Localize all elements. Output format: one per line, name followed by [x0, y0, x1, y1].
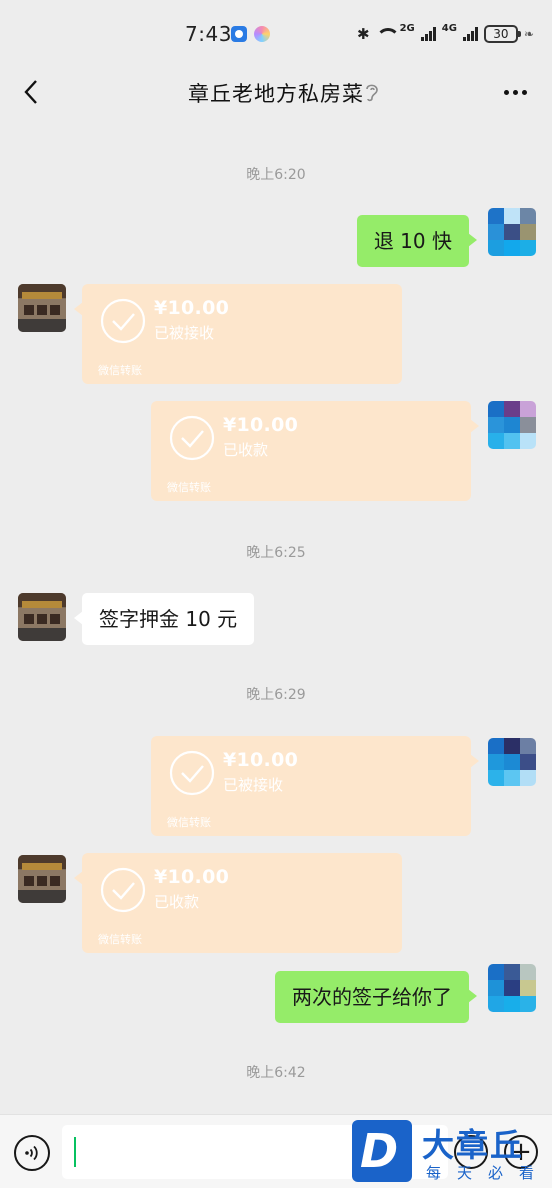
status-time: 7:43: [185, 22, 232, 46]
transfer-amount: ¥10.00: [154, 297, 230, 319]
message-bubble-mine[interactable]: 退 10 快: [356, 215, 478, 267]
my-avatar[interactable]: [488, 401, 536, 449]
network-type-a: 2G: [399, 23, 415, 34]
timestamp: 晚上6:42: [246, 1065, 306, 1081]
signal-icon-2: [462, 27, 478, 41]
check-circle-icon: [169, 750, 215, 796]
status-indicators: ✱ 2G 4G 30 ❧: [357, 22, 534, 46]
transfer-footer: 微信转账: [167, 816, 211, 829]
transfer-footer: 微信转账: [167, 481, 211, 494]
signal-icon: [420, 27, 436, 41]
watermark: D 大章丘 每天必看: [350, 1120, 552, 1188]
status-bar: 7:43 ✱ 2G 4G 30 ❧: [0, 0, 552, 66]
network-type-b: 4G: [441, 23, 457, 34]
my-avatar[interactable]: [488, 964, 536, 1012]
my-avatar[interactable]: [488, 738, 536, 786]
watermark-logo-letter: D: [360, 1124, 399, 1178]
transfer-status: 已收款: [154, 893, 200, 911]
check-circle-icon: [100, 867, 146, 913]
voice-button[interactable]: [14, 1135, 50, 1171]
app-notification-icon: [231, 26, 247, 42]
timestamp: 晚上6:29: [246, 687, 306, 703]
more-icon: [503, 89, 509, 95]
voice-icon: [25, 1145, 38, 1161]
transfer-card[interactable]: ¥10.00 已被接收 微信转账: [151, 736, 479, 836]
transfer-footer: 微信转账: [98, 364, 142, 377]
contact-avatar[interactable]: [18, 284, 66, 332]
my-avatar[interactable]: [488, 208, 536, 256]
transfer-amount: ¥10.00: [223, 749, 299, 771]
transfer-card[interactable]: ¥10.00 已被接收 微信转账: [74, 284, 402, 384]
message-bubble-mine[interactable]: 两次的签子给你了: [275, 971, 477, 1023]
battery-icon: 30: [483, 25, 521, 43]
transfer-status: 已收款: [223, 441, 269, 459]
more-button[interactable]: [500, 80, 530, 104]
message-bubble-other[interactable]: 签字押金 10 元: [73, 593, 255, 645]
wifi-icon: [375, 27, 400, 41]
check-circle-icon: [100, 298, 146, 344]
timestamp: 晚上6:25: [246, 545, 306, 561]
app-notification-icon-2: [254, 26, 270, 42]
transfer-status: 已被接收: [223, 776, 284, 794]
transfer-footer: 微信转账: [98, 933, 142, 946]
watermark-logo: D: [352, 1120, 412, 1182]
ear-icon: [366, 84, 378, 102]
transfer-amount: ¥10.00: [223, 414, 299, 436]
text-caret: [74, 1137, 76, 1167]
contact-avatar[interactable]: [18, 593, 66, 641]
chat-header: 章丘老地方私房菜: [0, 66, 552, 118]
watermark-title: 大章丘: [422, 1126, 525, 1164]
leaf-icon: ❧: [523, 27, 534, 41]
watermark-subtitle: 每天必看: [426, 1164, 551, 1182]
chat-title: 章丘老地方私房菜: [188, 82, 364, 106]
transfer-card[interactable]: ¥10.00 已收款 微信转账: [151, 401, 479, 501]
transfer-card[interactable]: ¥10.00 已收款 微信转账: [74, 853, 402, 953]
contact-avatar[interactable]: [18, 855, 66, 903]
transfer-amount: ¥10.00: [154, 866, 230, 888]
transfer-status: 已被接收: [154, 324, 215, 342]
check-circle-icon: [169, 415, 215, 461]
bluetooth-icon: ✱: [357, 25, 370, 43]
timestamp: 晚上6:20: [246, 167, 306, 183]
